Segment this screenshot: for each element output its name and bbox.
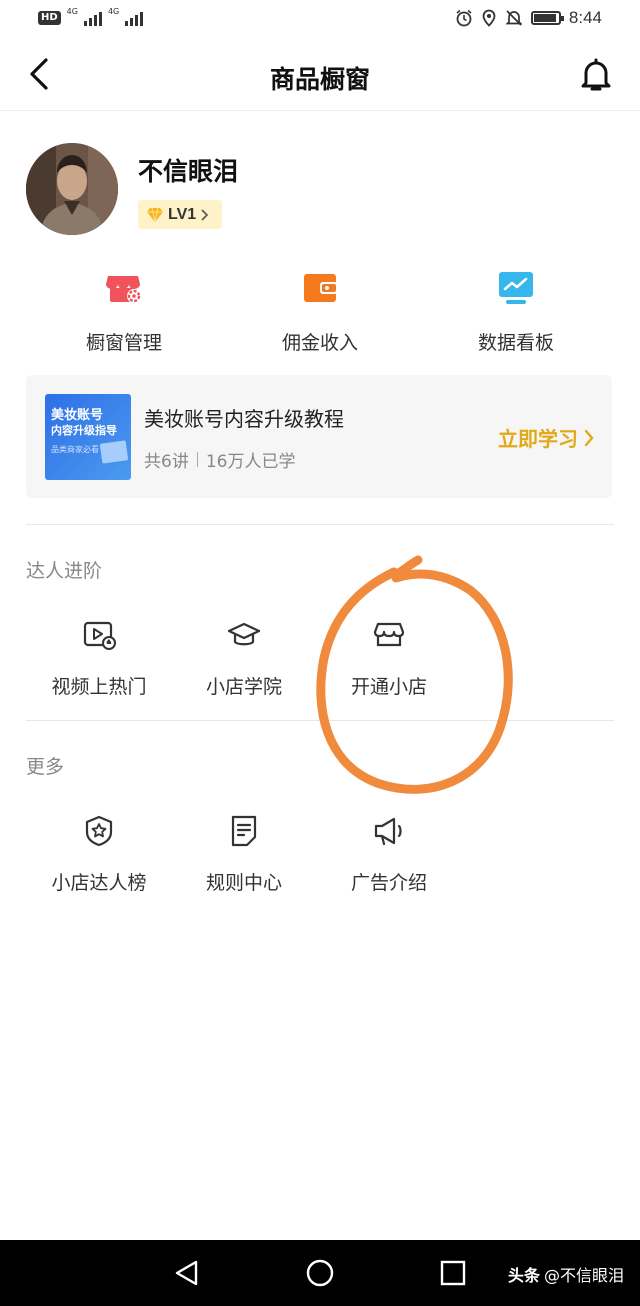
thumb-title: 美妆账号 (51, 408, 104, 423)
graduation-cap-icon (227, 622, 261, 646)
avatar-image (26, 143, 118, 235)
tool-commission-income[interactable]: 佣金收入 (240, 268, 400, 355)
thumb-subtitle: 内容升级指导 (51, 424, 117, 437)
item-label: 小店达人榜 (51, 872, 147, 894)
section-title-advanced: 达人进阶 (26, 560, 103, 582)
network-type-1: 4G (66, 7, 78, 16)
item-shop-ranking[interactable]: 小店达人榜 (26, 814, 172, 895)
star-badge-icon (85, 815, 113, 847)
course-thumbnail: 美妆账号 内容升级指导 品类商家必看 (45, 394, 131, 480)
avatar[interactable] (26, 143, 118, 235)
item-shop-academy[interactable]: 小店学院 (171, 618, 317, 699)
document-icon (231, 815, 257, 847)
username: 不信眼泪 (138, 157, 239, 186)
item-label: 规则中心 (205, 872, 282, 894)
battery-icon (530, 11, 564, 25)
diamond-icon (147, 207, 163, 222)
item-ad-intro[interactable]: 广告介绍 (316, 814, 462, 895)
network-type-2: 4G (107, 7, 120, 16)
course-learners: 16万人已学 (205, 452, 296, 472)
square-recents-icon (440, 1260, 466, 1286)
course-meta: 共6讲 16万人已学 (144, 447, 295, 472)
chevron-right-icon (201, 208, 209, 221)
status-right: 8:44 (455, 8, 602, 28)
tool-label: 佣金收入 (281, 332, 358, 354)
divider (26, 720, 614, 721)
tool-data-dashboard[interactable]: 数据看板 (436, 268, 596, 355)
watermark: 头条 @不信眼泪 (508, 1262, 624, 1286)
level-text: LV1 (168, 205, 197, 223)
course-lessons: 共6讲 (144, 452, 189, 472)
shop-settings-icon (106, 276, 141, 303)
battery-fill (533, 14, 556, 22)
meta-separator (196, 452, 198, 467)
video-hot-icon (83, 621, 116, 650)
wallet-icon (304, 274, 338, 302)
thumb-card-graphic (99, 440, 129, 464)
watermark-user: @不信眼泪 (543, 1266, 624, 1285)
item-label: 小店学院 (205, 676, 282, 698)
bell-icon (581, 58, 611, 91)
study-now-button[interactable]: 立即学习 (498, 423, 594, 452)
item-label: 视频上热门 (51, 676, 147, 698)
nav-back-button[interactable] (172, 1258, 202, 1288)
thumb-note: 品类商家必看 (51, 445, 99, 454)
nav-home-button[interactable] (305, 1258, 335, 1288)
level-badge[interactable]: LV1 (138, 200, 222, 229)
tool-showcase-management[interactable]: 橱窗管理 (44, 268, 204, 355)
course-card[interactable]: 美妆账号 内容升级指导 品类商家必看 美妆账号内容升级教程 共6讲 16万人已学… (26, 375, 612, 498)
signal-icon-2 (125, 10, 144, 26)
item-video-hot[interactable]: 视频上热门 (26, 618, 172, 699)
notification-button[interactable] (578, 56, 614, 94)
item-label: 开通小店 (350, 676, 427, 698)
megaphone-icon (374, 817, 402, 846)
monitor-chart-icon (499, 272, 533, 304)
nav-recents-button[interactable] (438, 1258, 468, 1288)
study-now-label: 立即学习 (498, 427, 578, 451)
system-nav-bar: 头条 @不信眼泪 (0, 1240, 640, 1306)
alarm-icon (456, 9, 472, 27)
hd-badge: HD (38, 11, 61, 25)
signal-icon (83, 10, 102, 26)
mute-icon (505, 10, 523, 26)
location-icon (482, 9, 496, 27)
store-icon (373, 622, 405, 647)
chevron-right-icon (584, 429, 594, 446)
tool-label: 数据看板 (477, 332, 554, 354)
item-open-shop[interactable]: 开通小店 (316, 618, 462, 699)
status-left: HD 4G 4G (38, 7, 144, 26)
tool-label: 橱窗管理 (85, 332, 162, 354)
status-bar: HD 4G 4G 8:44 (0, 0, 640, 40)
item-label: 广告介绍 (350, 872, 427, 894)
divider (26, 524, 614, 525)
status-time: 8:44 (568, 8, 602, 27)
course-title: 美妆账号内容升级教程 (144, 407, 344, 431)
watermark-brand: 头条 (507, 1266, 540, 1285)
triangle-back-icon (175, 1260, 198, 1286)
circle-home-icon (306, 1259, 334, 1287)
section-title-more: 更多 (26, 756, 65, 778)
item-rules-center[interactable]: 规则中心 (171, 814, 317, 895)
header: 商品橱窗 (0, 40, 640, 111)
page-title: 商品橱窗 (269, 65, 370, 94)
